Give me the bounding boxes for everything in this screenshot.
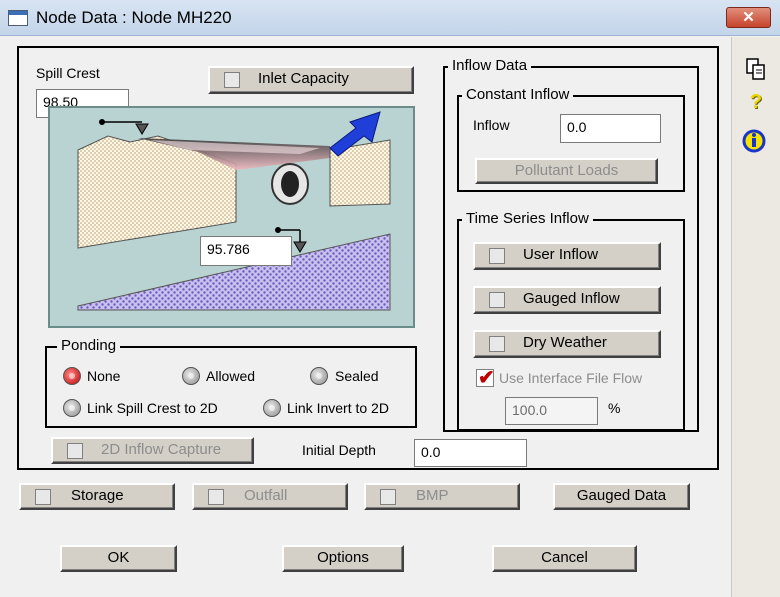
inflow-label: Inflow xyxy=(473,117,510,133)
dry-weather-checkbox xyxy=(489,336,505,352)
constant-inflow-title: Constant Inflow xyxy=(462,86,574,103)
initial-depth-label: Initial Depth xyxy=(302,442,376,458)
link-invert-label[interactable]: Link Invert to 2D xyxy=(287,400,389,416)
storage-checkbox xyxy=(35,489,51,505)
ponding-none-radio[interactable] xyxy=(63,367,81,385)
ponding-title: Ponding xyxy=(57,337,121,354)
node-diagram: 95.786 xyxy=(48,106,415,328)
bmp-button[interactable]: BMP xyxy=(364,483,520,510)
invert-level-input[interactable]: 95.786 xyxy=(200,236,292,266)
ok-button[interactable]: OK xyxy=(60,545,177,572)
inflow-capture-checkbox xyxy=(67,443,83,459)
time-series-title: Time Series Inflow xyxy=(462,210,593,227)
outfall-button[interactable]: Outfall xyxy=(192,483,348,510)
side-toolbar: ? xyxy=(731,37,780,597)
outfall-checkbox xyxy=(208,489,224,505)
title-bar: Node Data : Node MH220 ✕ xyxy=(0,0,780,36)
ponding-allowed-radio[interactable] xyxy=(182,367,200,385)
manhole-diagram-graphic xyxy=(77,111,391,311)
ponding-sealed-label[interactable]: Sealed xyxy=(335,368,379,384)
pollutant-loads-button[interactable]: Pollutant Loads xyxy=(475,158,658,184)
inflow-data-title: Inflow Data xyxy=(448,57,532,74)
options-button[interactable]: Options xyxy=(282,545,404,572)
dry-weather-button[interactable]: Dry Weather xyxy=(473,330,661,358)
inflow-input[interactable]: 0.0 xyxy=(560,114,661,143)
window-title: Node Data : Node MH220 xyxy=(36,8,232,27)
app-icon xyxy=(8,10,28,26)
help-icon[interactable]: ? xyxy=(744,91,768,115)
spill-crest-label: Spill Crest xyxy=(36,65,100,81)
percent-input[interactable]: 100.0 xyxy=(505,397,598,425)
link-invert-radio[interactable] xyxy=(263,399,281,417)
inflow-capture-button[interactable]: 2D Inflow Capture xyxy=(51,437,254,464)
checkmark-icon: ✔ xyxy=(478,367,495,389)
cancel-button[interactable]: Cancel xyxy=(492,545,637,572)
link-spill-crest-label[interactable]: Link Spill Crest to 2D xyxy=(87,400,218,416)
ponding-none-label[interactable]: None xyxy=(87,368,120,384)
gauged-data-button[interactable]: Gauged Data xyxy=(553,483,690,510)
interface-file-label: Use Interface File Flow xyxy=(499,370,643,386)
copy-icon[interactable] xyxy=(744,57,768,81)
close-button[interactable]: ✕ xyxy=(726,7,771,28)
inlet-capacity-button[interactable]: Inlet Capacity xyxy=(208,66,414,94)
bmp-checkbox xyxy=(380,489,396,505)
user-inflow-checkbox xyxy=(489,248,505,264)
info-icon[interactable] xyxy=(742,129,766,153)
storage-button[interactable]: Storage xyxy=(19,483,175,510)
initial-depth-input[interactable]: 0.0 xyxy=(414,439,527,467)
user-inflow-button[interactable]: User Inflow xyxy=(473,242,661,270)
link-spill-crest-radio[interactable] xyxy=(63,399,81,417)
gauged-inflow-checkbox xyxy=(489,292,505,308)
percent-unit: % xyxy=(608,400,621,416)
ponding-allowed-label[interactable]: Allowed xyxy=(206,368,255,384)
inlet-capacity-checkbox xyxy=(224,72,240,88)
gauged-inflow-button[interactable]: Gauged Inflow xyxy=(473,286,661,314)
interface-file-checkbox[interactable]: ✔ xyxy=(476,367,495,389)
ponding-sealed-radio[interactable] xyxy=(310,367,328,385)
